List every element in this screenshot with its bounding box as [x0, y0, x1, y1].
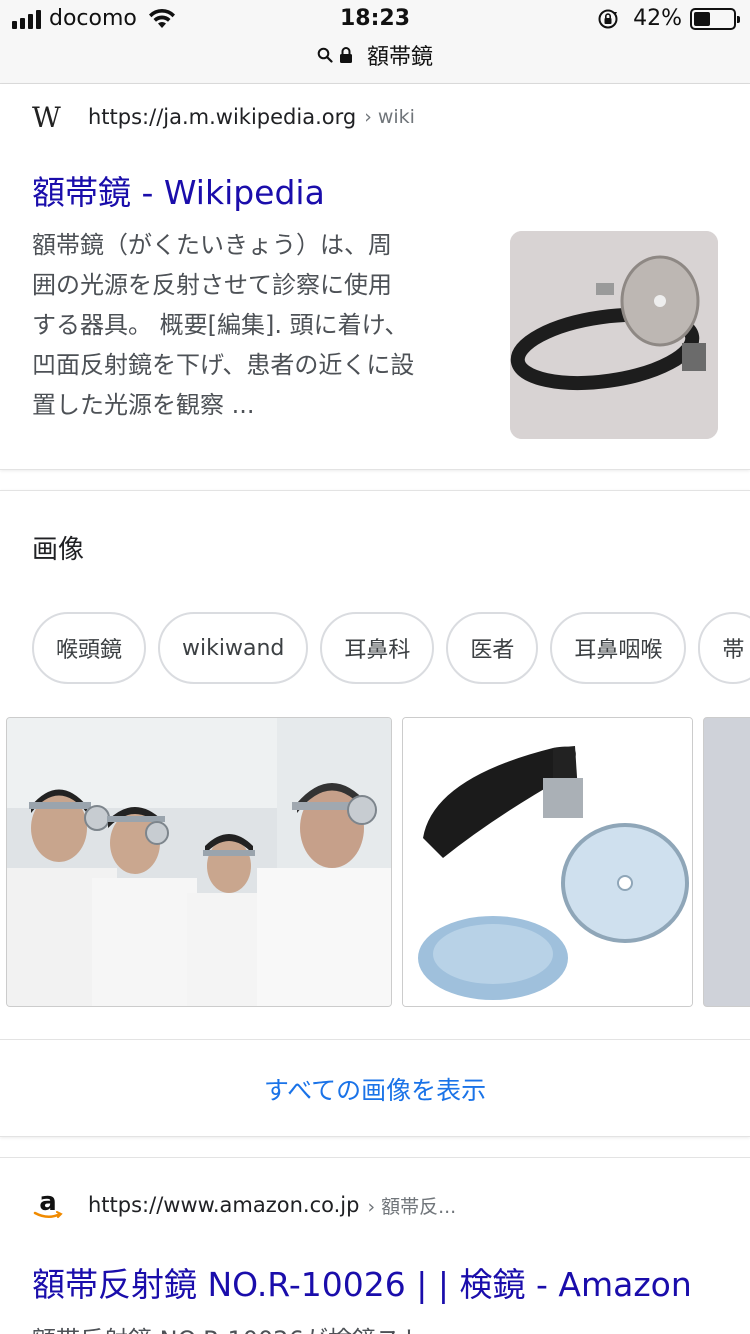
- result-url: https://ja.m.wikipedia.org: [88, 105, 357, 129]
- battery-percent: 42%: [633, 6, 682, 31]
- result-snippet: 額帯反射鏡 NO.R-10026が検鏡スト: [32, 1320, 487, 1334]
- image-result-head-mirror-product[interactable]: [402, 717, 693, 1007]
- battery-icon: [690, 7, 740, 30]
- snippet-line: 額帯反射鏡 NO.R-10026が検鏡スト: [32, 1320, 487, 1334]
- chip-otorhinolaryngology[interactable]: 耳鼻咽喉: [550, 612, 687, 684]
- snippet-line: 囲の光源を反射させて診察に使用: [32, 271, 392, 299]
- result-thumbnail-head-mirror[interactable]: [510, 231, 718, 439]
- snippet-line: する器具。 概要[編集]. 頭に着け、: [32, 311, 409, 339]
- amazon-favicon-icon: a: [32, 1189, 64, 1221]
- battery-fill: [694, 11, 710, 26]
- rotation-lock-icon: [598, 9, 618, 28]
- images-section-title: 画像: [32, 535, 85, 565]
- wikipedia-favicon-icon: W: [32, 100, 61, 134]
- padlock-icon: [339, 47, 352, 63]
- image-filter-chips: 喉頭鏡 wikiwand 耳鼻科 医者 耳鼻咽喉 帯: [32, 612, 750, 684]
- section-divider: [0, 1039, 750, 1040]
- image-result-students[interactable]: [6, 717, 392, 1007]
- image-result-partial[interactable]: [703, 717, 750, 1007]
- snippet-line: 凹面反射鏡を下げ、患者の近くに設: [32, 351, 415, 379]
- result-breadcrumb: › wiki: [364, 106, 415, 128]
- result-title-link[interactable]: 額帯鏡 - Wikipedia: [32, 166, 325, 214]
- snippet-line: 額帯鏡（がくたいきょう）は、周: [32, 231, 392, 259]
- chip-doctor[interactable]: 医者: [446, 612, 539, 684]
- result-breadcrumb: › 額帯反...: [367, 1195, 457, 1218]
- search-icon: [317, 47, 333, 63]
- image-gallery: [6, 717, 750, 1007]
- result-source[interactable]: W https://ja.m.wikipedia.org › wiki: [32, 100, 415, 134]
- search-result-amazon: a https://www.amazon.co.jp › 額帯反... 額帯反射…: [0, 1157, 750, 1334]
- snippet-line: 置した光源を観察 ...: [32, 391, 255, 419]
- address-bar[interactable]: 額帯鏡: [0, 40, 750, 70]
- status-bar: docomo 18:23 42%: [0, 0, 750, 42]
- result-url: https://www.amazon.co.jp: [88, 1193, 360, 1217]
- chip-wikiwand[interactable]: wikiwand: [158, 612, 309, 684]
- images-section: 画像 喉頭鏡 wikiwand 耳鼻科 医者 耳鼻咽喉 帯 すべての画像を表示: [0, 490, 750, 1137]
- chip-partial[interactable]: 帯: [698, 612, 750, 684]
- result-title-link[interactable]: 額帯反射鏡 NO.R-10026 | | 検鏡 - Amazon: [32, 1258, 692, 1306]
- show-all-images-link[interactable]: すべての画像を表示: [0, 1071, 750, 1107]
- browser-top-bar: docomo 18:23 42% 額帯鏡: [0, 0, 750, 84]
- status-right: 42%: [597, 6, 740, 31]
- address-bar-query: 額帯鏡: [366, 45, 433, 70]
- search-result-wikipedia: W https://ja.m.wikipedia.org › wiki 額帯鏡 …: [0, 84, 750, 470]
- chip-laryngoscope[interactable]: 喉頭鏡: [32, 612, 147, 684]
- result-source[interactable]: a https://www.amazon.co.jp › 額帯反...: [32, 1189, 457, 1221]
- chip-ent[interactable]: 耳鼻科: [320, 612, 435, 684]
- result-snippet: 額帯鏡（がくたいきょう）は、周 囲の光源を反射させて診察に使用 する器具。 概要…: [32, 225, 487, 425]
